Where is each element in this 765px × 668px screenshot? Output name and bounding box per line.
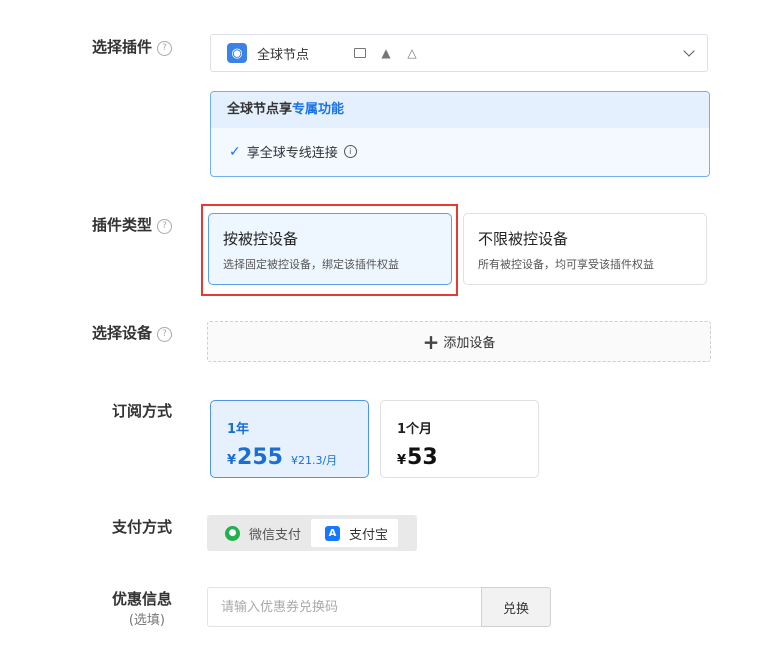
mac-icon — [353, 46, 367, 60]
feature-title-highlight: 专属功能 — [292, 102, 345, 117]
feature-item-text: 享全球专线连接 — [246, 146, 338, 161]
payment-option-alipay[interactable]: A 支付宝 — [311, 519, 399, 547]
payment-option-label: 微信支付 — [249, 527, 302, 543]
coupon-label: 优惠信息 (选填) — [60, 588, 172, 628]
plugin-label: 选择插件? — [60, 36, 172, 57]
plan-per-month: ¥21.3/月 — [290, 454, 338, 467]
windows-icon — [431, 46, 445, 60]
plan-name: 1年 — [227, 422, 250, 437]
help-icon[interactable]: ? — [157, 219, 172, 234]
add-device-button[interactable]: + 添加设备 — [207, 321, 711, 362]
currency-symbol: ¥ — [397, 453, 407, 468]
coupon-input[interactable] — [207, 587, 482, 627]
help-icon[interactable]: ? — [157, 327, 172, 342]
windows-icon — [327, 46, 341, 60]
payment-option-label: 支付宝 — [349, 527, 389, 543]
plus-icon: + — [422, 329, 440, 354]
wechat-pay-icon: ● — [225, 525, 240, 541]
payment-toggle: ● 微信支付 A 支付宝 — [207, 515, 417, 551]
coupon-label-text: 优惠信息 — [111, 590, 172, 608]
help-icon[interactable]: ? — [157, 41, 172, 56]
device-label-text: 选择设备 — [91, 324, 152, 342]
chevron-down-icon[interactable] — [683, 45, 695, 57]
plugin-type-label-text: 插件类型 — [91, 216, 152, 234]
option-desc: 所有被控设备，均可享受该插件权益 — [478, 258, 654, 271]
option-title: 不限被控设备 — [478, 230, 569, 248]
plugin-select[interactable]: ◉ 全球节点 ▲ △ — [210, 34, 708, 72]
plugin-type-option-unlimited[interactable]: 不限被控设备 所有被控设备，均可享受该插件权益 — [463, 213, 707, 285]
payment-option-wechat[interactable]: ● 微信支付 — [211, 519, 311, 547]
add-device-label: 添加设备 — [443, 336, 496, 351]
plugin-type-label: 插件类型? — [60, 214, 172, 235]
highlight-box — [201, 204, 458, 296]
plan-card-yearly[interactable]: 1年 ¥ 255 ¥21.3/月 — [210, 400, 369, 478]
plan-card-monthly[interactable]: 1个月 ¥ 53 — [380, 400, 539, 478]
subscription-label: 订阅方式 — [111, 402, 172, 420]
feature-title-prefix: 全球节点享 — [227, 102, 293, 117]
linux-icon: △ — [407, 46, 417, 60]
plan-price: 255 — [237, 445, 283, 470]
android-icon: ▲ — [381, 46, 391, 60]
redeem-button[interactable]: 兑换 — [481, 587, 551, 627]
payment-label: 支付方式 — [111, 518, 172, 536]
coupon-optional-note: (选填) — [128, 613, 165, 628]
check-icon: ✓ — [229, 143, 241, 160]
plan-price: 53 — [407, 445, 438, 470]
globe-icon: ◉ — [227, 43, 247, 63]
os-icon-list: ▲ △ — [327, 46, 445, 60]
info-icon[interactable]: i — [343, 145, 357, 158]
plugin-label-text: 选择插件 — [91, 38, 152, 56]
feature-panel: 全球节点享专属功能 ✓ 享全球专线连接 i — [210, 91, 710, 177]
feature-item: ✓ 享全球专线连接 i — [211, 142, 709, 161]
currency-symbol: ¥ — [227, 453, 237, 468]
plugin-selected-value: 全球节点 — [257, 47, 310, 63]
plan-name: 1个月 — [397, 422, 433, 437]
device-label: 选择设备? — [60, 322, 172, 343]
alipay-icon: A — [325, 525, 341, 541]
feature-title: 全球节点享专属功能 — [211, 92, 709, 128]
